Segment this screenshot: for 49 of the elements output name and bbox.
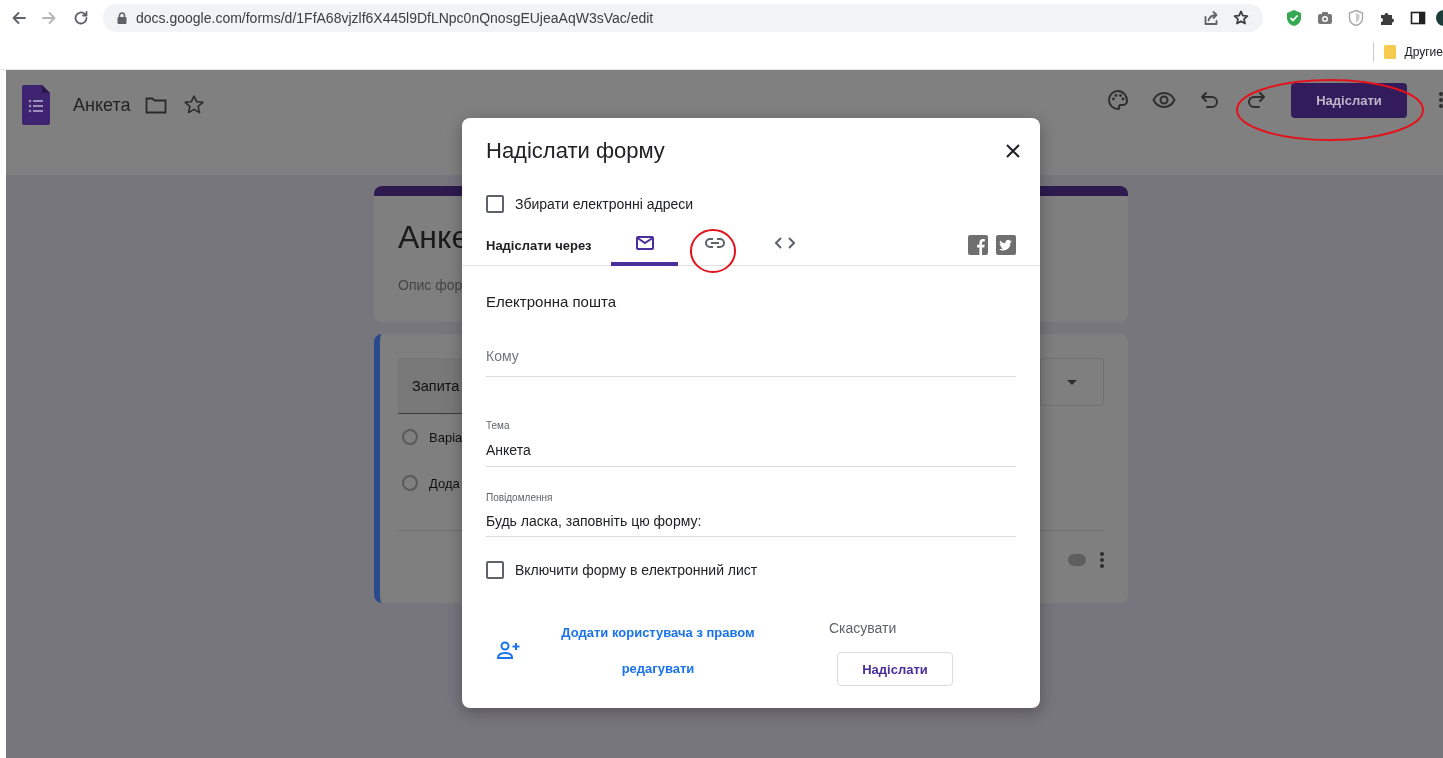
url-text: docs.google.com/forms/d/1FfA68vjzlf6X445l9DfLNpc0nQnosgEUjeaAqW3sVac/edit [136, 9, 655, 26]
forms-logo-icon [22, 85, 50, 125]
lock-icon [117, 11, 127, 24]
back-icon[interactable] [11, 9, 27, 26]
bookmark-folder[interactable]: Другие [1404, 45, 1443, 59]
input-field[interactable]: Анкета [486, 433, 1016, 467]
input-field[interactable]: Будь ласка, заповніть цю форму: [486, 505, 1016, 537]
radio-button[interactable] [402, 475, 418, 491]
star-icon[interactable] [1233, 9, 1249, 26]
star-icon[interactable] [182, 94, 205, 116]
more-icon[interactable] [1439, 91, 1443, 109]
field-label: Тема [486, 419, 511, 433]
code-icon [774, 236, 795, 249]
cancel-button[interactable]: Скасувати [829, 618, 953, 638]
close-icon[interactable] [1006, 144, 1020, 158]
shield-icon[interactable] [1285, 8, 1303, 27]
section-title: Електронна пошта [485, 292, 617, 312]
checkbox[interactable] [486, 195, 504, 213]
input-field[interactable]: Кому [486, 336, 1016, 377]
send-via-label: Надіслати через [486, 238, 593, 253]
shield-icon[interactable] [1347, 8, 1365, 27]
send-button[interactable]: Надіслати [837, 652, 953, 686]
envelope-icon [635, 235, 654, 250]
dialog-title: Надіслати форму [486, 138, 665, 164]
palette-icon[interactable] [1106, 88, 1130, 112]
option-text: Варіа [429, 429, 463, 445]
radio-button[interactable] [402, 429, 418, 445]
share-icon[interactable] [1203, 9, 1219, 26]
profile-avatar[interactable] [1435, 8, 1443, 27]
twitter-icon[interactable] [996, 234, 1016, 255]
caret-icon [1067, 379, 1077, 385]
facebook-icon[interactable] [968, 234, 988, 255]
address-bar[interactable]: docs.google.com/forms/d/1FfA68vjzlf6X445l9DfLNpc0nQnosgEUjeaAqW3sVac/edit [103, 3, 1263, 32]
option-text: Дода [429, 475, 460, 491]
reload-icon[interactable] [73, 9, 89, 26]
field-label: Повідомлення [486, 491, 554, 505]
form-description: Опис фор [398, 277, 463, 293]
checkbox[interactable] [486, 561, 504, 579]
more-icon[interactable] [1100, 551, 1104, 569]
link-icon [704, 237, 725, 248]
checkbox-label: Включити форму в електронний лист [515, 562, 758, 578]
send-button[interactable]: Надіслати [1291, 82, 1407, 118]
question-field[interactable]: Запита [398, 358, 462, 414]
add-editor-link[interactable]: Додати користувача з правом редагувати [543, 615, 773, 687]
person-add-icon[interactable] [497, 640, 521, 660]
annotation-circle [690, 229, 736, 273]
form-title: Анкета [73, 94, 131, 116]
checkbox-label: Збирати електронні адреси [515, 196, 694, 212]
toggle-switch[interactable] [1068, 554, 1086, 566]
